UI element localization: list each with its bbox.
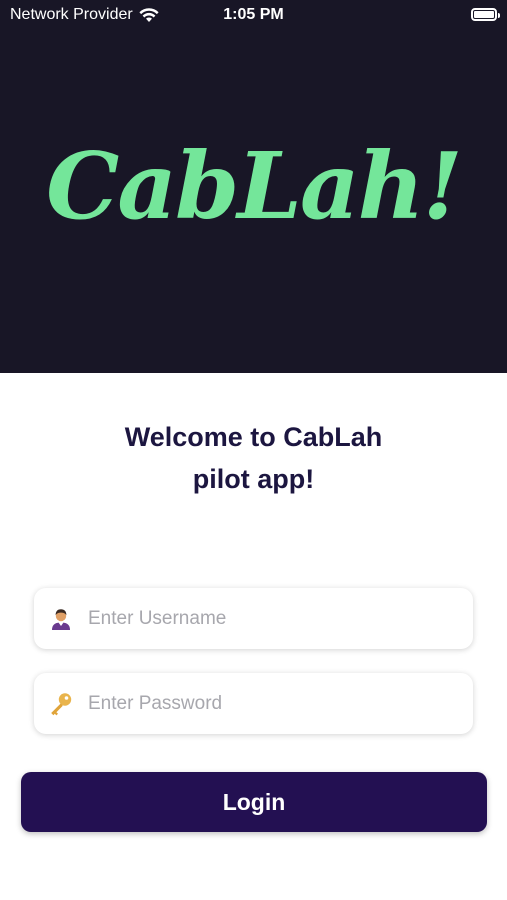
user-icon (48, 606, 74, 632)
hero-banner: Network Provider 1:05 PM CabLah! (0, 0, 507, 373)
username-input[interactable] (86, 606, 450, 631)
welcome-line-2: pilot app! (192, 464, 315, 494)
status-bar: Network Provider 1:05 PM (0, 0, 507, 32)
status-time: 1:05 PM (223, 6, 284, 23)
app-logo: CabLah! (46, 132, 463, 240)
key-icon (48, 691, 74, 717)
welcome-line-1: Welcome to CabLah (124, 422, 383, 452)
login-screen: Network Provider 1:05 PM CabLah! Welcome… (0, 0, 507, 900)
username-field[interactable] (34, 588, 473, 649)
login-button[interactable]: Login (21, 772, 487, 832)
battery-icon (471, 8, 500, 21)
welcome-heading: Welcome to CabLah pilot app! (60, 416, 447, 500)
battery-level (474, 11, 494, 18)
password-input[interactable] (86, 691, 450, 716)
password-field[interactable] (34, 673, 473, 734)
